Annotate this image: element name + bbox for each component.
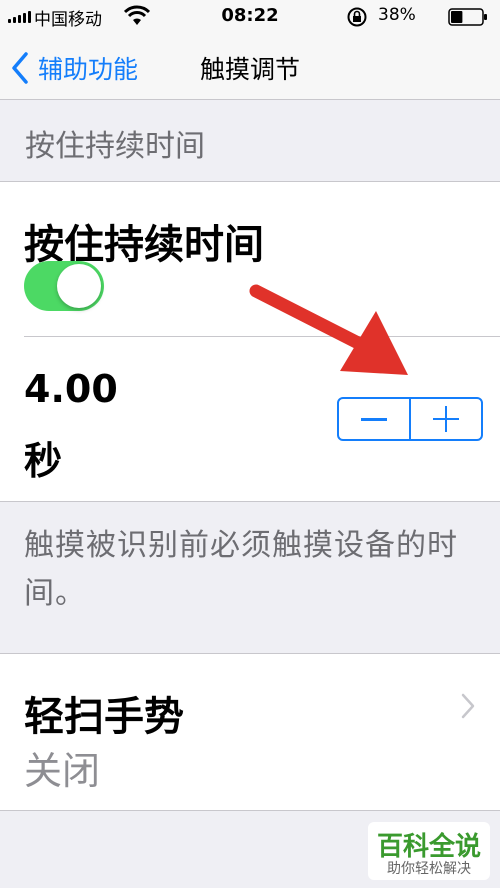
swipe-gestures-row[interactable]: 轻扫手势 关闭: [0, 653, 500, 811]
navigation-bar: 辅助功能 触摸调节: [0, 34, 500, 100]
increment-button[interactable]: [409, 399, 481, 439]
battery-icon: [448, 8, 487, 26]
annotation-arrow-icon: [249, 284, 408, 375]
duration-unit: 秒: [24, 439, 63, 483]
swipe-gestures-title: 轻扫手势: [24, 694, 184, 740]
status-bar: 中国移动 08:22 38%: [0, 0, 500, 34]
page-title: 触摸调节: [0, 50, 500, 86]
section-header: 按住持续时间: [25, 129, 205, 164]
toggle-knob: [57, 264, 101, 308]
battery-percent: 38%: [378, 5, 416, 25]
watermark-logo: 百科全说 助你轻松解决: [368, 822, 490, 880]
decrement-button[interactable]: [339, 399, 409, 439]
duration-stepper: [337, 397, 483, 441]
page-title-text: 触摸调节: [199, 55, 300, 84]
status-time: 08:22: [221, 5, 279, 26]
rotation-lock-icon: [347, 7, 367, 27]
swipe-gestures-value: 关闭: [24, 749, 101, 793]
watermark-subtitle: 助你轻松解决: [387, 861, 471, 877]
minus-icon: [361, 418, 387, 421]
chevron-right-icon: [461, 693, 475, 719]
duration-value: 4.00: [24, 367, 118, 411]
hold-duration-toggle[interactable]: [24, 261, 104, 311]
footer-note: 触摸被识别前必须触摸设备的时间。: [24, 528, 458, 611]
